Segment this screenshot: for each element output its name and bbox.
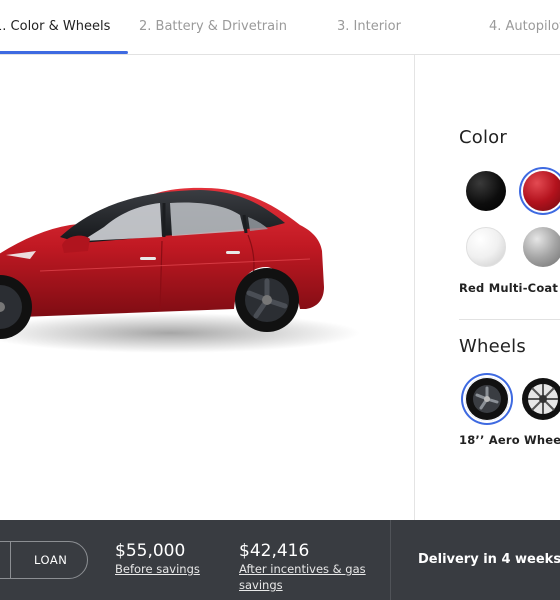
- bottom-bar-divider: [390, 520, 391, 600]
- section-divider: [459, 319, 560, 320]
- wheel-aero-option[interactable]: [465, 377, 509, 421]
- aero-wheel-icon: [466, 378, 508, 420]
- swatch-silver[interactable]: [523, 227, 560, 267]
- loan-option[interactable]: LOAN: [34, 553, 67, 567]
- before-savings-link[interactable]: Before savings: [115, 561, 200, 577]
- step-tabs: 1. Color & Wheels 2. Battery & Drivetrai…: [0, 0, 560, 55]
- swatch-white[interactable]: [466, 227, 506, 267]
- swatch-black[interactable]: [466, 171, 506, 211]
- sport-wheel-icon: [522, 378, 560, 420]
- wheels-section-title: Wheels: [459, 336, 526, 357]
- active-tab-indicator: [0, 51, 128, 54]
- car-viewer[interactable]: [0, 55, 414, 520]
- selected-color-label: Red Multi-Coat: [459, 281, 559, 295]
- wheel-sport-option[interactable]: [521, 377, 560, 421]
- toggle-separator: [10, 542, 11, 578]
- tab-autopilot[interactable]: 4. Autopilot: [489, 19, 560, 34]
- price-after-incentives: $42,416: [239, 541, 310, 561]
- color-section-title: Color: [459, 127, 507, 148]
- price-before-savings: $55,000: [115, 541, 186, 561]
- delivery-estimate: Delivery in 4 weeks: [418, 552, 560, 567]
- options-panel: Color Red Multi-Coat Wheels 18’’ Aero Wh…: [415, 55, 560, 520]
- swatch-red[interactable]: [523, 171, 560, 211]
- tab-battery-drivetrain[interactable]: 2. Battery & Drivetrain: [139, 19, 287, 34]
- tab-interior[interactable]: 3. Interior: [337, 19, 401, 34]
- tab-color-wheels[interactable]: 1. Color & Wheels: [0, 19, 110, 34]
- selected-wheel-label: 18’’ Aero Wheels: [459, 433, 560, 447]
- car-image: [0, 187, 360, 353]
- after-incentives-link-line2[interactable]: savings: [239, 577, 283, 593]
- after-incentives-link[interactable]: After incentives & gas: [239, 561, 366, 577]
